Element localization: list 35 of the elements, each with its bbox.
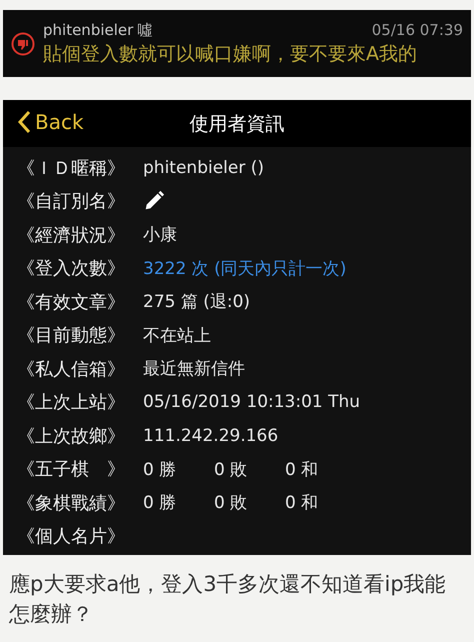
record-value: 0 敗 <box>214 458 248 481</box>
page-title: 使用者資訊 <box>190 112 284 136</box>
record-value: 0 勝 <box>143 492 178 514</box>
record-value: 0 勝 <box>143 458 178 481</box>
record-value: 0 敗 <box>214 492 248 514</box>
record-value: 0 和 <box>285 492 320 514</box>
field-label: 《登入次數》 <box>17 257 126 280</box>
back-button[interactable]: Back <box>15 108 86 136</box>
caption-text: 應p大要求a他，登入3千多次還不知道看ip我能怎麼辦？ <box>9 571 447 628</box>
field-value: 111.242.29.166 <box>143 426 278 446</box>
field-value: 05/16/2019 10:13:01 Thu <box>143 392 360 412</box>
login-count-link[interactable]: 3222 次 (同天內只計一次) <box>143 256 346 280</box>
record-value: 0 和 <box>285 458 320 481</box>
comment-author: phitenbieler <box>43 21 134 39</box>
chevron-left-icon <box>17 110 31 134</box>
field-value: 最近無新信件 <box>143 358 245 380</box>
field-value: 275 篇 (退:0) <box>143 291 250 314</box>
field-value: phitenbieler () <box>143 158 264 178</box>
field-label: 《上次故鄉》 <box>17 424 126 448</box>
field-label: 《ＩＤ暱稱》 <box>17 156 126 180</box>
field-label: 《個人名片》 <box>17 525 126 548</box>
field-label: 《上次上站》 <box>17 391 126 414</box>
field-value: 不在站上 <box>143 324 211 347</box>
field-label: 《私人信箱》 <box>17 358 126 381</box>
comment-text: 貼個登入數就可以喊口嫌啊，要不要來A我的 <box>43 42 418 67</box>
field-value: 小康 <box>143 224 177 246</box>
field-label: 《經濟狀況》 <box>17 224 126 247</box>
comment-tag: 噓 <box>137 21 152 39</box>
field-label: 《有效文章》 <box>17 290 126 314</box>
comment-time: 05/16 07:39 <box>372 21 463 39</box>
field-label: 《五子棋 》 <box>17 458 126 482</box>
field-label: 《目前動態》 <box>17 324 126 348</box>
thumbs-down-icon <box>11 32 35 56</box>
field-label: 《象棋戰績》 <box>17 492 126 515</box>
field-label: 《自訂別名》 <box>17 190 126 214</box>
